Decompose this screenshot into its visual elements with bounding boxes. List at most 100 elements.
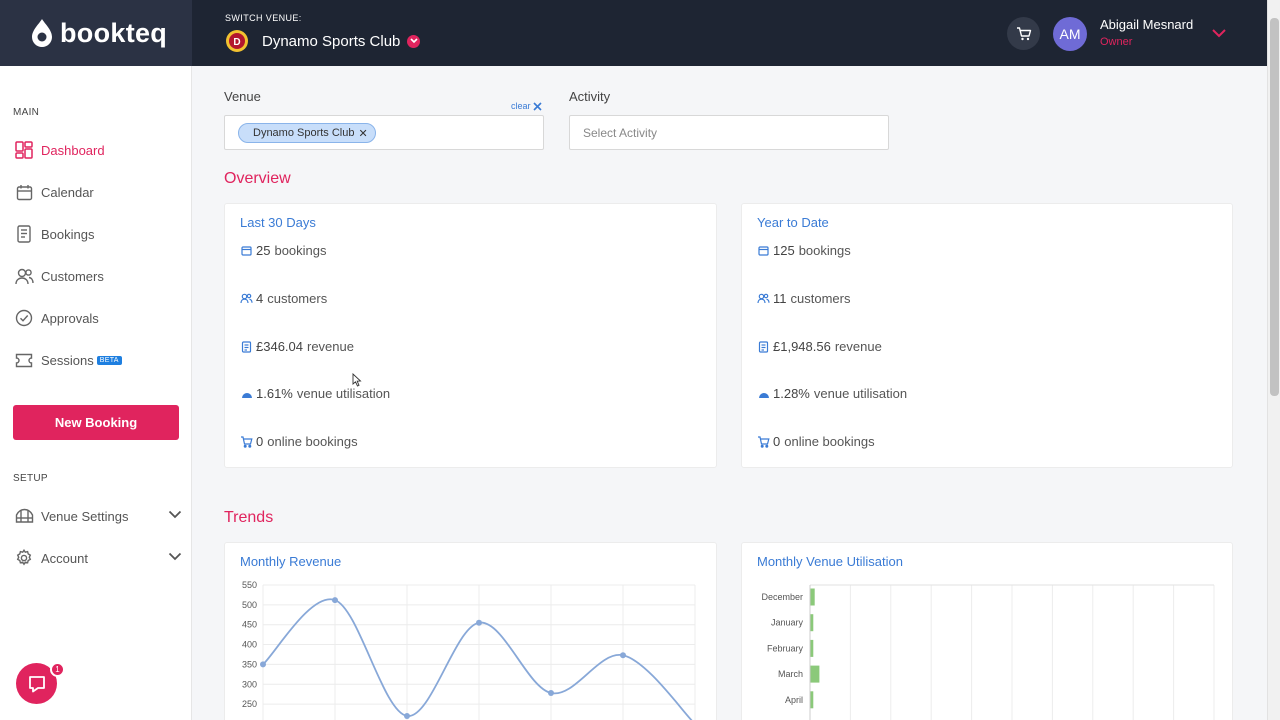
stat-label: venue utilisation [296, 386, 391, 401]
category-label: April [785, 695, 803, 705]
stat-bookings: 125 bookings [757, 243, 851, 258]
monthly-utilisation-card: Monthly Venue Utilisation December Januar… [741, 542, 1233, 720]
user-avatar[interactable]: AM [1053, 17, 1087, 51]
dashboard-gauge-icon [240, 387, 253, 400]
clear-venue-link[interactable]: clear [511, 101, 542, 111]
cart-small-icon [757, 435, 770, 448]
activity-select[interactable] [569, 115, 889, 150]
venue-chip-label: Dynamo Sports Club [253, 127, 355, 139]
current-venue-name: Dynamo Sports Club [262, 32, 401, 50]
revenue-point [260, 661, 266, 668]
chevron-down-icon [168, 510, 182, 519]
user-name[interactable]: Abigail Mesnard [1100, 17, 1193, 32]
chat-icon [28, 675, 45, 692]
new-booking-button[interactable]: New Booking [13, 405, 179, 440]
card-title: Year to Date [757, 215, 829, 230]
sidebar-item-calendar[interactable]: Calendar [14, 180, 184, 204]
y-tick-label: 300 [242, 679, 257, 689]
bookteq-logo-icon [32, 19, 52, 47]
switch-venue-label: SWITCH VENUE: [225, 13, 302, 23]
stat-label: venue utilisation [813, 386, 908, 401]
sidebar-item-bookings[interactable]: Bookings [14, 222, 184, 246]
venue-dropdown-icon[interactable] [407, 34, 421, 48]
calendar-small-icon [757, 244, 770, 257]
year-to-date-card: Year to Date 125 bookings 11 customers £… [741, 203, 1233, 468]
sidebar-item-account[interactable]: Account [14, 546, 184, 570]
utilisation-bar [810, 665, 820, 683]
category-label: February [767, 643, 804, 653]
receipt-small-icon [240, 340, 253, 353]
cart-icon [1016, 26, 1031, 40]
calendar-icon [14, 182, 34, 202]
sidebar-item-approvals[interactable]: Approvals [14, 306, 184, 330]
stat-value: 4 [256, 291, 264, 306]
stat-customers: 4 customers [240, 291, 327, 306]
stat-online-bookings: 0 online bookings [757, 434, 875, 449]
stat-value: 0 [773, 434, 781, 449]
stat-revenue: £1,948.56 revenue [757, 339, 882, 354]
sidebar-item-label: Sessions [41, 352, 94, 368]
monthly-revenue-chart: 550 500 450 400 350 300 250 [242, 580, 696, 720]
sidebar-item-venue-settings[interactable]: Venue Settings [14, 504, 184, 528]
stat-value: 1.61% [256, 386, 293, 401]
revenue-point [548, 689, 554, 696]
revenue-point [476, 619, 482, 626]
last-30-days-card: Last 30 Days 25 bookings 4 customers £34… [224, 203, 717, 468]
page-scrollbar[interactable] [1267, 0, 1280, 720]
stat-label: revenue [834, 339, 882, 354]
stat-value: £346.04 [256, 339, 303, 354]
stat-label: bookings [274, 243, 327, 258]
users-small-icon [240, 292, 253, 305]
stat-label: online bookings [267, 434, 358, 449]
stat-value: 11 [773, 291, 787, 306]
sidebar-item-label: Account [41, 550, 88, 566]
cart-button[interactable] [1007, 17, 1040, 50]
sidebar-item-label: Customers [41, 268, 104, 284]
monthly-utilisation-chart: December January February March April [761, 584, 1215, 720]
activity-filter-label: Activity [569, 89, 611, 104]
y-tick-label: 350 [242, 659, 257, 669]
cart-small-icon [240, 435, 253, 448]
revenue-point [620, 652, 626, 659]
user-role: Owner [1100, 36, 1133, 48]
y-tick-label: 450 [242, 620, 257, 630]
sidebar-item-label: Bookings [41, 226, 95, 242]
venue-select[interactable]: Dynamo Sports Club ✕ [224, 115, 544, 150]
beta-badge: BETA [96, 355, 122, 365]
stat-value: 1.28% [773, 386, 810, 401]
stat-label: online bookings [784, 434, 875, 449]
sessions-icon [14, 350, 34, 370]
sidebar-main-label: MAIN [13, 107, 40, 118]
card-title: Last 30 Days [240, 215, 316, 230]
stat-utilisation: 1.28% venue utilisation [757, 386, 907, 401]
stat-customers: 11 customers [757, 291, 850, 306]
category-label: December [761, 592, 803, 602]
close-icon [532, 101, 542, 111]
sidebar-item-customers[interactable]: Customers [14, 264, 184, 288]
sidebar-item-dashboard[interactable]: Dashboard [14, 138, 184, 162]
stat-online-bookings: 0 online bookings [240, 434, 358, 449]
brand-logo[interactable]: bookteq [0, 0, 192, 66]
sidebar-item-sessions[interactable]: Sessions BETA [14, 348, 184, 372]
stat-label: customers [267, 291, 328, 306]
y-tick-label: 550 [242, 580, 257, 590]
brand-name: bookteq [60, 17, 168, 48]
user-menu-chevron-icon[interactable] [1212, 29, 1226, 38]
sidebar: MAIN Dashboard Calendar Bookings Custome… [0, 66, 192, 720]
scrollbar-thumb[interactable] [1270, 18, 1279, 396]
dashboard-icon [14, 140, 34, 160]
switch-venue[interactable]: SWITCH VENUE: D Dynamo Sports Club [225, 13, 421, 53]
stat-label: revenue [307, 339, 354, 354]
bookings-icon [14, 224, 34, 244]
stat-bookings: 25 bookings [240, 243, 327, 258]
venue-crest-letter: D [233, 37, 240, 48]
remove-chip-icon[interactable]: ✕ [359, 127, 368, 140]
sidebar-item-label: Approvals [41, 310, 99, 326]
venue-chip: Dynamo Sports Club ✕ [238, 123, 376, 143]
venue-crest-icon: D [226, 30, 248, 52]
revenue-point [332, 597, 338, 604]
gear-icon [14, 548, 34, 568]
utilisation-bar [810, 588, 815, 606]
y-tick-label: 500 [242, 600, 257, 610]
stat-value: £1,948.56 [773, 339, 831, 354]
